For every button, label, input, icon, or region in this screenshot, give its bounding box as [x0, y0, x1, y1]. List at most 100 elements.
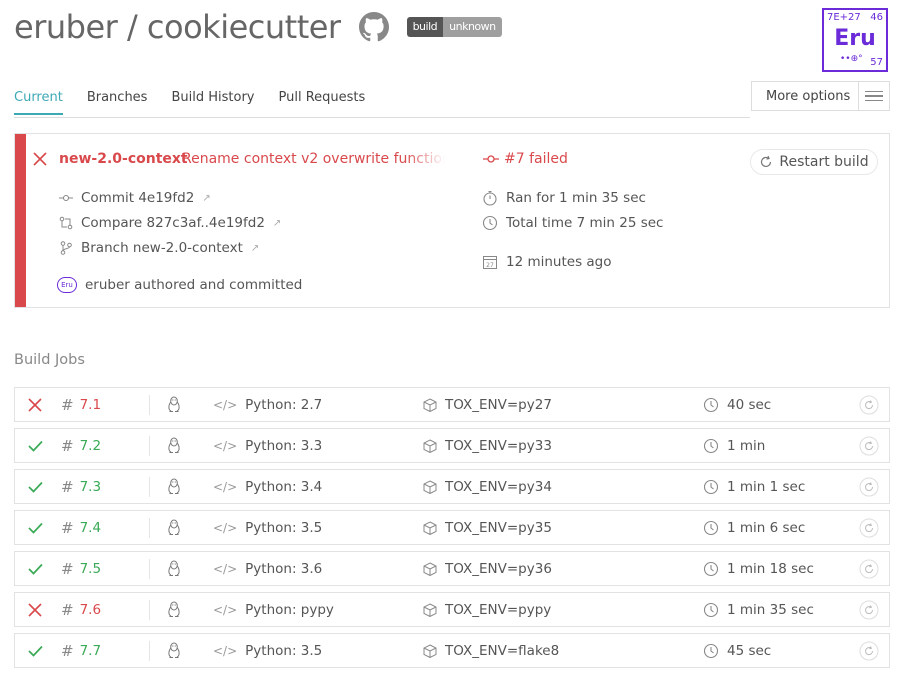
divider — [149, 641, 150, 661]
job-row[interactable]: #7.7 </> Python: 3.5 TOX_ENV=flake8 45 sec — [14, 633, 890, 668]
job-number-label: 7.1 — [79, 396, 102, 413]
job-number[interactable]: #7.6 — [61, 593, 101, 626]
logo-top-left: 7E+27 — [827, 12, 861, 23]
user-logo: 7E+27 46 Eru ••⊕° 57 — [822, 8, 888, 72]
job-row[interactable]: #7.2 </> Python: 3.3 TOX_ENV=py33 1 min — [14, 428, 890, 463]
job-state — [28, 552, 44, 585]
job-language-label: Python: 2.7 — [245, 396, 323, 413]
commit-node-icon — [483, 155, 499, 163]
job-number-label: 7.3 — [79, 478, 102, 495]
logo-bottom-left: ••⊕° — [840, 54, 863, 64]
job-language: </> Python: 3.5 — [213, 634, 322, 667]
divider — [149, 395, 150, 415]
passed-check-icon — [28, 563, 43, 575]
clock-icon — [703, 561, 719, 576]
job-env-label: TOX_ENV=py33 — [445, 437, 552, 454]
job-row[interactable]: #7.3 </> Python: 3.4 TOX_ENV=py34 1 min 1 se… — [14, 469, 890, 504]
build-status-badge[interactable]: build unknown — [406, 17, 502, 37]
code-icon: </> — [213, 602, 238, 617]
tab-branches[interactable]: Branches — [87, 90, 148, 115]
job-language-label: Python: 3.3 — [245, 437, 323, 454]
job-state — [28, 634, 44, 667]
job-number[interactable]: #7.4 — [61, 511, 101, 544]
restart-icon — [859, 436, 879, 455]
calendar-icon: 27 — [483, 256, 497, 269]
restart-job-button[interactable] — [859, 634, 879, 667]
restart-icon — [859, 641, 879, 660]
job-row[interactable]: #7.6 </> Python: pypy TOX_ENV=pypy 1 min 35 … — [14, 592, 890, 627]
job-language-label: Python: 3.5 — [245, 642, 323, 659]
more-options-button[interactable]: More options — [751, 81, 890, 111]
repo-title[interactable]: eruber / cookiecutter — [14, 8, 341, 46]
job-number[interactable]: #7.5 — [61, 552, 101, 585]
author-info: Eru eruber authored and committed — [57, 277, 302, 293]
hash-icon: # — [61, 600, 74, 619]
clock-icon — [703, 438, 719, 453]
build-commit-message: Rename context v2 overwrite function to — [182, 151, 445, 167]
repo-title-row: eruber / cookiecutter build unknown — [14, 8, 502, 46]
build-number[interactable]: #7 failed — [483, 151, 568, 167]
tabs-divider — [14, 117, 750, 118]
package-icon — [423, 520, 437, 535]
job-row[interactable]: #7.1 </> Python: 2.7 TOX_ENV=py27 40 sec — [14, 387, 890, 422]
job-duration: 1 min — [703, 429, 765, 462]
job-state — [28, 470, 44, 503]
job-duration-label: 1 min 18 sec — [727, 560, 814, 577]
passed-check-icon — [28, 645, 43, 657]
commit-link[interactable]: Commit 4e19fd2 ↗ — [59, 190, 211, 206]
job-duration-label: 45 sec — [727, 642, 772, 659]
build-branch-name[interactable]: new-2.0-context — [59, 151, 188, 167]
tab-pull-requests[interactable]: Pull Requests — [278, 90, 365, 115]
package-icon — [423, 397, 437, 412]
restart-icon — [859, 395, 879, 414]
job-number[interactable]: #7.1 — [61, 388, 101, 421]
tab-build-history[interactable]: Build History — [171, 90, 254, 115]
job-row[interactable]: #7.5 </> Python: 3.6 TOX_ENV=py36 1 min 18 s… — [14, 551, 890, 586]
job-duration-label: 1 min 35 sec — [727, 601, 814, 618]
finished-label: 12 minutes ago — [506, 254, 612, 270]
restart-job-button[interactable] — [859, 470, 879, 503]
job-duration: 1 min 1 sec — [703, 470, 805, 503]
job-language: </> Python: 3.6 — [213, 552, 322, 585]
package-icon — [423, 561, 437, 576]
job-state — [28, 429, 44, 462]
job-number-label: 7.2 — [79, 437, 102, 454]
branch-link[interactable]: Branch new-2.0-context ↗ — [59, 240, 259, 256]
restart-job-button[interactable] — [859, 593, 879, 626]
ran-for: Ran for 1 min 35 sec — [482, 190, 646, 206]
hash-icon: # — [61, 436, 74, 455]
job-language: </> Python: 3.3 — [213, 429, 322, 462]
external-link-icon: ↗ — [272, 217, 282, 229]
restart-job-button[interactable] — [859, 511, 879, 544]
job-language: </> Python: 2.7 — [213, 388, 322, 421]
job-env: TOX_ENV=py36 — [423, 552, 552, 585]
job-number[interactable]: #7.7 — [61, 634, 101, 667]
restart-job-button[interactable] — [859, 388, 879, 421]
job-env: TOX_ENV=py35 — [423, 511, 552, 544]
job-number[interactable]: #7.3 — [61, 470, 101, 503]
github-icon[interactable] — [358, 12, 389, 42]
job-language-label: Python: 3.5 — [245, 519, 323, 536]
restart-icon — [859, 600, 879, 619]
job-number-label: 7.5 — [79, 560, 102, 577]
passed-check-icon — [28, 440, 43, 452]
external-link-icon: ↗ — [250, 242, 260, 254]
tab-current[interactable]: Current — [14, 90, 63, 115]
job-number[interactable]: #7.2 — [61, 429, 101, 462]
job-number-label: 7.4 — [79, 519, 102, 536]
compare-link[interactable]: Compare 827c3af..4e19fd2 ↗ — [59, 215, 281, 231]
job-env-label: TOX_ENV=py27 — [445, 396, 552, 413]
restart-job-button[interactable] — [859, 552, 879, 585]
code-icon: </> — [213, 643, 238, 658]
passed-check-icon — [28, 481, 43, 493]
job-row[interactable]: #7.4 </> Python: 3.5 TOX_ENV=py35 1 min 6 se… — [14, 510, 890, 545]
hash-icon: # — [61, 559, 74, 578]
commit-label: Commit 4e19fd2 — [81, 190, 195, 206]
restart-build-button[interactable]: Restart build — [750, 149, 878, 175]
total-time-label: Total time 7 min 25 sec — [506, 215, 664, 231]
more-options-label: More options — [766, 88, 851, 104]
logo-top-right: 46 — [870, 12, 883, 23]
divider — [149, 559, 150, 579]
compare-icon — [59, 216, 73, 230]
restart-job-button[interactable] — [859, 429, 879, 462]
